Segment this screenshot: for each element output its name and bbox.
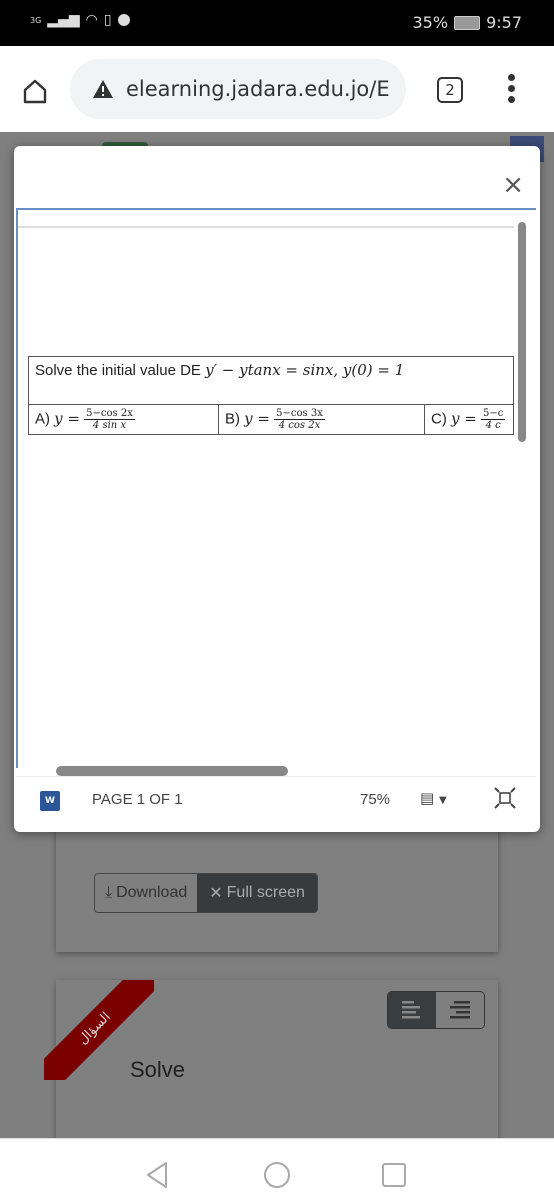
chevron-down-icon: ▼ [438, 795, 447, 806]
facebook-icon [117, 14, 130, 26]
browser-toolbar: elearning.jadara.edu.jo/E 2 [0, 46, 554, 132]
option-b: B) y = 5−cos 3x 4 cos 2x [218, 404, 425, 435]
menu-icon[interactable] [506, 74, 516, 108]
close-icon[interactable]: × [502, 170, 524, 200]
view-mode-dropdown[interactable]: ▤ ▼ [420, 789, 447, 807]
network-type: 3G [30, 15, 42, 25]
question-row: Solve the initial value DE y′ − ytanx = … [28, 356, 514, 405]
expand-icon: ✕ [209, 885, 223, 902]
back-icon[interactable] [146, 1161, 168, 1189]
option-c: C) y = 5−c 4 c [424, 404, 514, 435]
word-viewer: Solve the initial value DE y′ − ytanx = … [16, 208, 536, 776]
option-fraction: 5−cos 2x 4 sin x [84, 408, 135, 431]
page-indicator: PAGE 1 OF 1 [92, 791, 183, 808]
option-fraction: 5−c 4 c [480, 408, 506, 431]
address-bar[interactable]: elearning.jadara.edu.jo/E [70, 59, 406, 119]
word-icon: W [40, 791, 60, 811]
option-lhs: y = [54, 409, 80, 428]
warning-icon [93, 80, 113, 98]
question-table: Solve the initial value DE y′ − ytanx = … [28, 356, 514, 435]
home-icon[interactable] [22, 78, 48, 104]
url-text[interactable]: elearning.jadara.edu.jo/E [126, 77, 396, 101]
document-view-icon: ▤ [420, 789, 435, 807]
option-lhs: y = [451, 409, 477, 428]
battery-charging-icon [454, 15, 481, 30]
options-row: A) y = 5−cos 2x 4 sin x B) y = 5−cos 3x 4 … [28, 404, 514, 435]
download-button[interactable]: ⤓ Download [95, 874, 198, 912]
vertical-scrollbar[interactable] [518, 222, 526, 442]
option-lhs: y = [244, 409, 270, 428]
option-label: C) [431, 410, 447, 428]
fullscreen-label: Full screen [226, 884, 305, 901]
question-prefix: Solve the initial value DE [35, 362, 201, 379]
recents-icon[interactable] [381, 1162, 407, 1188]
text-align-toggle [387, 991, 485, 1029]
option-label: A) [35, 410, 50, 428]
align-left-icon [402, 1001, 420, 1019]
option-fraction: 5−cos 3x 4 cos 2x [274, 408, 325, 431]
home-nav-icon[interactable] [263, 1161, 291, 1189]
battery-percent: 35% [412, 13, 449, 32]
system-nav-bar [0, 1138, 554, 1200]
document-actions: ⤓ Download ✕ Full screen [94, 873, 318, 913]
status-icons-right: 35% 9:57 [413, 13, 523, 32]
tab-switcher-button[interactable]: 2 [437, 77, 463, 103]
align-left-button[interactable] [388, 992, 436, 1028]
viewer-status-bar: W PAGE 1 OF 1 75% ▤ ▼ [16, 776, 536, 818]
align-right-icon [450, 1001, 470, 1019]
zoom-level[interactable]: 75% [360, 791, 390, 808]
question-text: Solve [130, 1057, 186, 1082]
document-page: Solve the initial value DE y′ − ytanx = … [18, 226, 514, 758]
download-label: Download [116, 884, 188, 901]
vibrate-icon: ▯ [103, 12, 112, 28]
horizontal-scrollbar[interactable] [56, 766, 288, 776]
question-cell: Solve the initial value DE y′ − ytanx = … [28, 356, 514, 405]
question-equation: y′ − ytanx = sinx, y(0) = 1 [205, 361, 405, 379]
document-preview-modal: × Solve the initial value DE y′ − ytanx … [14, 146, 540, 832]
clock: 9:57 [486, 13, 522, 32]
fullscreen-button[interactable]: ✕ Full screen [197, 874, 317, 912]
option-label: B) [225, 410, 240, 428]
wifi-icon: ◠ [85, 12, 98, 28]
status-bar: 3G ▂▄▆ ◠ ▯ 35% 9:57 [0, 0, 554, 46]
fullscreen-icon[interactable] [494, 787, 516, 809]
status-icons-left: 3G ▂▄▆ ◠ ▯ [30, 12, 130, 28]
option-a: A) y = 5−cos 2x 4 sin x [28, 404, 219, 435]
align-right-button[interactable] [436, 992, 484, 1028]
signal-icon: ▂▄▆ [47, 12, 80, 28]
download-icon: ⤓ [105, 884, 113, 901]
